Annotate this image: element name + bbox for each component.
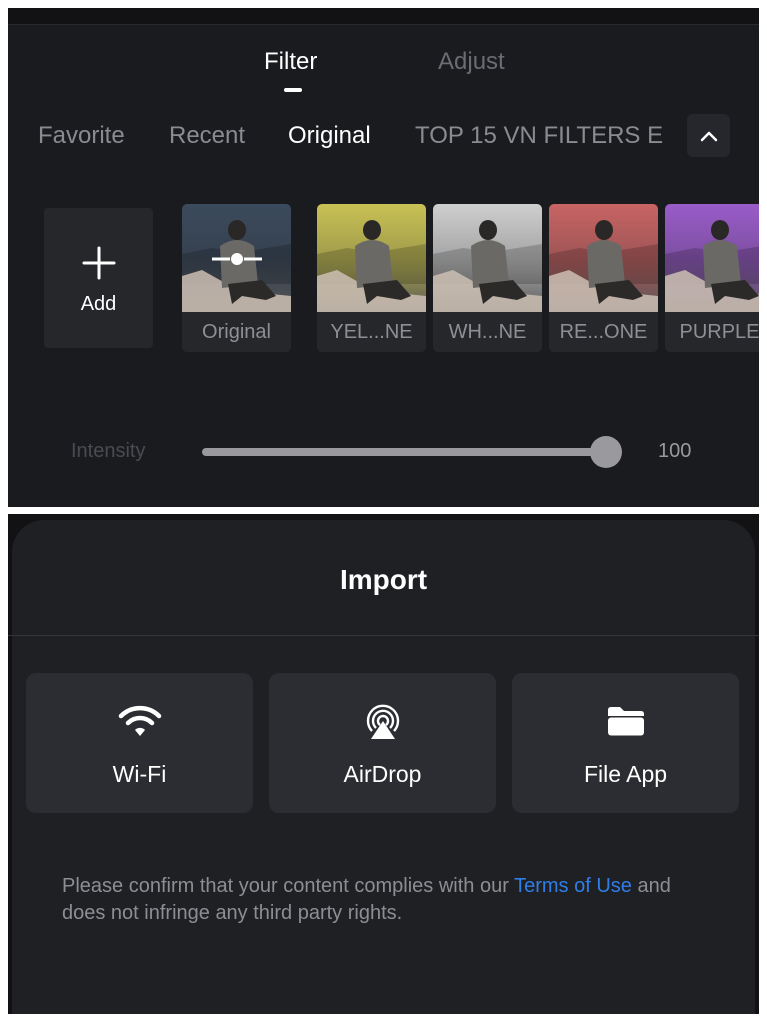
filter-thumbnail (665, 204, 759, 312)
add-filter-button[interactable]: Add (44, 208, 153, 348)
import-airdrop-button[interactable]: AirDrop (269, 673, 496, 813)
wifi-icon (117, 701, 163, 741)
filter-label: PURPLE (679, 321, 759, 343)
import-file-app-button[interactable]: File App (512, 673, 739, 813)
sheet-title: Import (339, 564, 428, 595)
filter-thumbnail (549, 204, 658, 312)
intensity-label: Intensity (71, 440, 146, 462)
filter-item[interactable]: YEL...NE (317, 204, 426, 352)
collapse-button[interactable] (687, 114, 730, 157)
category-top15-vn-filters[interactable]: TOP 15 VN FILTERS E (415, 122, 663, 150)
chevron-up-icon (700, 131, 717, 141)
filter-label: Original (202, 321, 271, 343)
airdrop-label: AirDrop (343, 761, 422, 787)
filter-item[interactable]: PURPLE (665, 204, 759, 352)
filter-thumbnail (182, 204, 291, 312)
active-tab-indicator (284, 88, 302, 92)
intensity-value: 100 (658, 440, 692, 462)
top-bar (8, 8, 759, 25)
filter-label: WH...NE (448, 321, 527, 343)
filter-item[interactable]: RE...ONE (549, 204, 658, 352)
filter-item[interactable]: WH...NE (433, 204, 542, 352)
category-recent[interactable]: Recent (169, 122, 245, 150)
airdrop-icon (360, 701, 406, 741)
import-sheet: Import Wi-Fi AirDrop File App Please con… (8, 520, 759, 1014)
file-app-label: File App (583, 761, 668, 787)
terms-notice: Please confirm that your content complie… (62, 873, 702, 927)
plus-icon (82, 246, 116, 280)
filter-thumbnail (317, 204, 426, 312)
filter-panel: Filter Adjust Favorite Recent Original T… (8, 8, 759, 507)
folder-icon (603, 701, 649, 741)
add-label: Add (80, 293, 117, 315)
intensity-slider-track[interactable] (202, 448, 606, 456)
tab-filter[interactable]: Filter (264, 48, 317, 76)
tab-adjust[interactable]: Adjust (438, 48, 505, 76)
intensity-slider-thumb[interactable] (590, 436, 622, 468)
notice-prefix: Please confirm that your content complie… (62, 875, 515, 897)
import-panel: Import Wi-Fi AirDrop File App Please con… (8, 514, 759, 1014)
category-original[interactable]: Original (288, 122, 371, 150)
divider (8, 635, 759, 636)
filter-label: RE...ONE (559, 321, 648, 343)
wifi-label: Wi-Fi (112, 761, 167, 787)
import-wifi-button[interactable]: Wi-Fi (26, 673, 253, 813)
category-favorite[interactable]: Favorite (38, 122, 125, 150)
terms-of-use-link[interactable]: Terms of Use (514, 875, 632, 897)
filter-label: YEL...NE (330, 321, 413, 343)
filter-thumbnail (433, 204, 542, 312)
filter-item[interactable]: Original (182, 204, 291, 352)
